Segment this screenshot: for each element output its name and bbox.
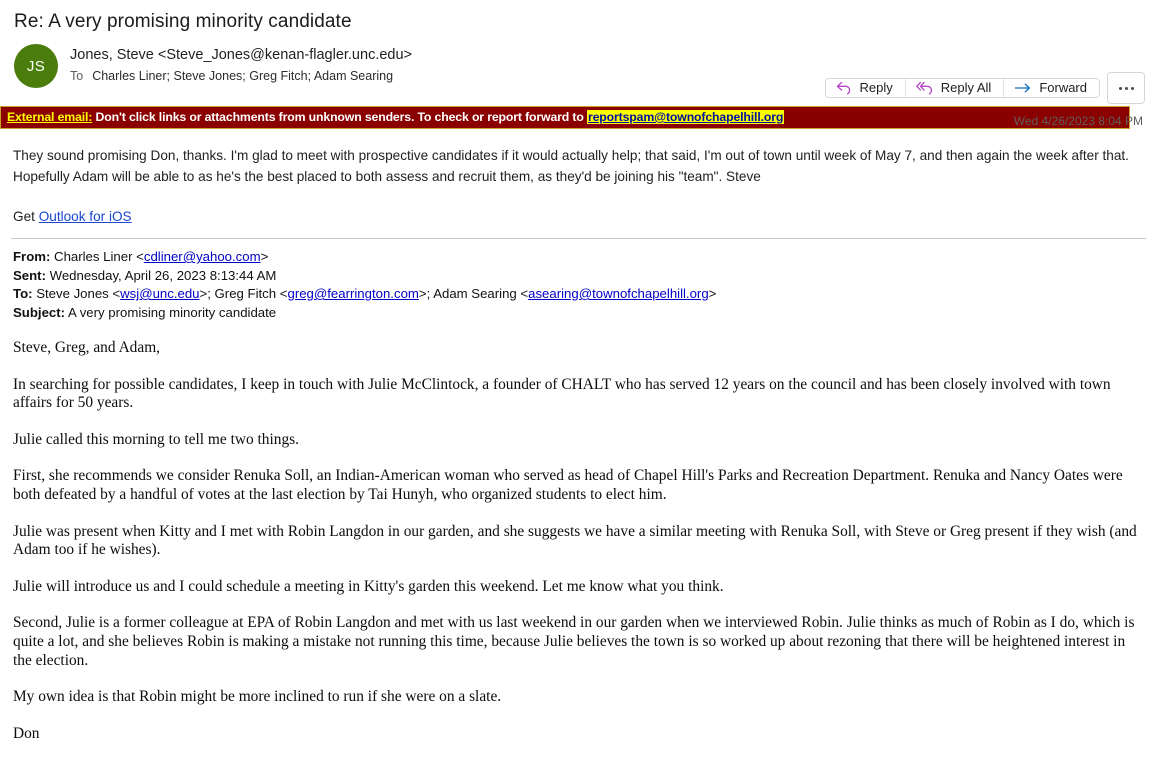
more-dot-icon <box>1118 86 1122 90</box>
forward-button[interactable]: Forward <box>1004 79 1099 97</box>
recipients-row: To Charles Liner; Steve Jones; Greg Fitc… <box>70 68 412 85</box>
more-dot-icon <box>1124 86 1128 90</box>
more-dot-icon <box>1130 86 1134 90</box>
quoted-to-email-link-1[interactable]: wsj@unc.edu <box>120 286 199 301</box>
sender-name[interactable]: Jones, Steve <Steve_Jones@kenan-flagler.… <box>70 45 412 65</box>
quoted-paragraph: Julie called this morning to tell me two… <box>13 430 299 448</box>
quoted-to-row: To: Steve Jones <wsj@unc.edu>; Greg Fitc… <box>13 285 1157 304</box>
outlook-for-ios-link[interactable]: Outlook for iOS <box>39 209 132 224</box>
report-spam-link[interactable]: reportspam@townofchapelhill.org <box>586 110 785 124</box>
quoted-from-email-link[interactable]: cdliner@yahoo.com <box>144 249 261 264</box>
quoted-from-name: Charles Liner < <box>50 249 144 264</box>
external-email-label: External email: <box>7 110 93 124</box>
quoted-sent-row: Sent: Wednesday, April 26, 2023 8:13:44 … <box>13 267 1157 286</box>
quoted-to-separator-2: >; Adam Searing < <box>418 286 529 301</box>
reply-button[interactable]: Reply <box>826 79 906 97</box>
reply-paragraph: They sound promising Don, thanks. I'm gl… <box>13 148 1129 184</box>
reply-all-button[interactable]: Reply All <box>905 79 1005 97</box>
recipients-list[interactable]: Charles Liner; Steve Jones; Greg Fitch; … <box>92 68 393 85</box>
quoted-paragraph: Julie will introduce us and I could sche… <box>13 577 724 595</box>
quoted-paragraph: First, she recommends we consider Renuka… <box>13 467 1123 503</box>
reply-all-button-label: Reply All <box>940 80 992 95</box>
quoted-to-name-1: Steve Jones < <box>32 286 121 301</box>
quoted-to-label: To: <box>13 286 33 301</box>
quoted-to-close: > <box>708 286 717 301</box>
quoted-message-header: From: Charles Liner <cdliner@yahoo.com> … <box>0 239 1157 322</box>
quoted-subject-value: A very promising minority candidate <box>65 304 277 320</box>
quoted-from-label: From: <box>13 249 51 264</box>
quoted-from-close: > <box>260 249 269 264</box>
quoted-paragraph: My own idea is that Robin might be more … <box>13 688 502 706</box>
reply-icon <box>836 81 852 95</box>
external-email-text: Don't click links or attachments from un… <box>92 110 587 124</box>
quoted-sent-label: Sent: <box>13 267 46 283</box>
message-timestamp: Wed 4/26/2023 8:04 PM <box>1013 114 1143 128</box>
quoted-to-separator-1: >; Greg Fitch < <box>199 286 288 301</box>
quoted-from-row: From: Charles Liner <cdliner@yahoo.com> <box>13 248 1157 267</box>
quoted-subject-label: Subject: <box>13 304 66 320</box>
external-email-banner: External email: Don't click links or att… <box>0 106 1130 129</box>
more-actions-button[interactable] <box>1107 72 1145 104</box>
quoted-to-email-link-3[interactable]: asearing@townofchapelhill.org <box>528 286 709 301</box>
reply-all-icon <box>915 81 934 95</box>
quoted-paragraph: Second, Julie is a former colleague at E… <box>13 614 1135 669</box>
quoted-message-body: Steve, Greg, and Adam, In searching for … <box>0 322 1157 743</box>
quoted-paragraph: In searching for possible candidates, I … <box>13 375 1111 412</box>
message-toolbar: Reply Reply All Forward <box>825 72 1145 104</box>
quoted-paragraph: Steve, Greg, and Adam, <box>13 339 161 356</box>
quoted-to-email-link-2[interactable]: greg@fearrington.com <box>287 286 418 301</box>
message-header: JS Jones, Steve <Steve_Jones@kenan-flagl… <box>0 34 1157 128</box>
outlook-signature-line: Get Outlook for iOS <box>0 187 1157 227</box>
to-label: To <box>70 69 84 83</box>
get-prefix: Get <box>13 209 39 224</box>
quoted-paragraph: Julie was present when Kitty and I met w… <box>13 522 1137 559</box>
reply-message-body: They sound promising Don, thanks. I'm gl… <box>0 129 1157 187</box>
sender-block: Jones, Steve <Steve_Jones@kenan-flagler.… <box>70 42 412 85</box>
avatar: JS <box>14 44 58 88</box>
reply-button-label: Reply <box>859 80 893 95</box>
reply-button-group: Reply Reply All Forward <box>825 78 1100 98</box>
quoted-sent-value: Wednesday, April 26, 2023 8:13:44 AM <box>45 267 277 283</box>
forward-button-label: Forward <box>1039 80 1087 95</box>
page-title: Re: A very promising minority candidate <box>14 11 352 32</box>
quoted-subject-row: Subject: A very promising minority candi… <box>13 304 1157 323</box>
forward-icon <box>1014 81 1032 95</box>
quoted-paragraph: Don <box>13 724 40 742</box>
